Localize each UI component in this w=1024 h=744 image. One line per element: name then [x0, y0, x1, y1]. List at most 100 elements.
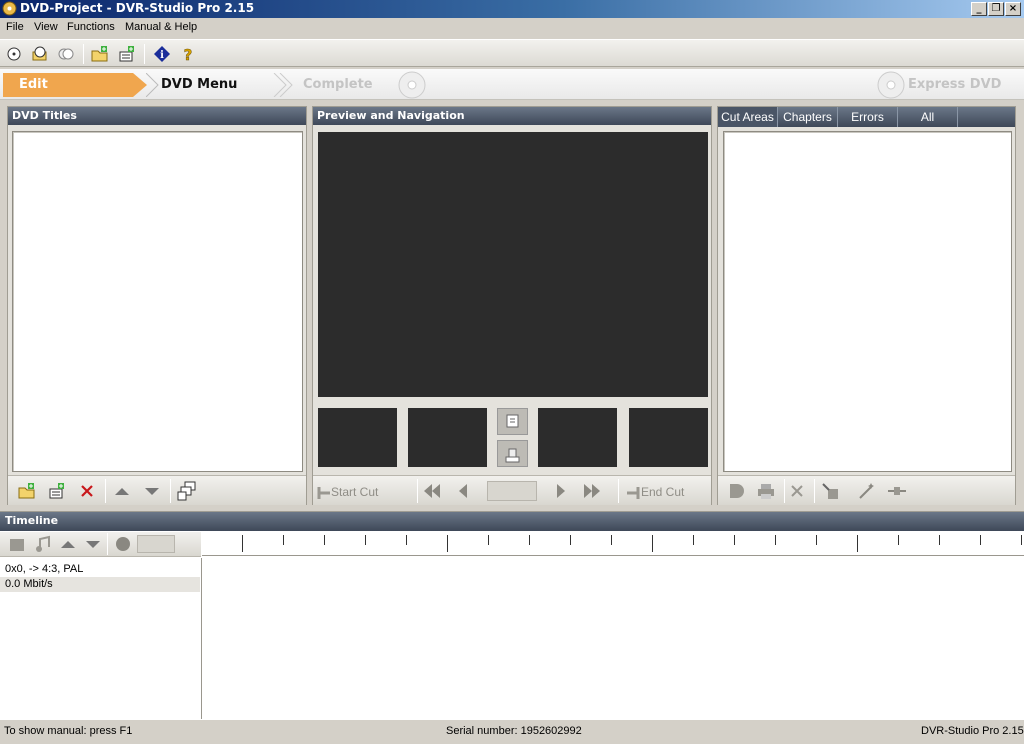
move-down-button[interactable]: [141, 480, 163, 502]
timeline-up-button[interactable]: [57, 533, 79, 555]
ruler-tick: [570, 535, 571, 545]
thumbnail-2[interactable]: [408, 408, 487, 467]
info-icon[interactable]: i: [153, 45, 171, 63]
add-title-button[interactable]: [46, 480, 68, 502]
swap-icon: [506, 414, 519, 428]
timeline-down-button[interactable]: [82, 533, 104, 555]
position-field[interactable]: [487, 481, 537, 501]
workflow-steps: Edit DVD Menu Complete Express DVD: [0, 69, 1024, 100]
add-folder-button[interactable]: [16, 480, 38, 502]
close-button[interactable]: ×: [1005, 2, 1021, 16]
track-info: 0x0, -> 4:3, PAL 0.0 Mbit/s: [0, 558, 202, 720]
tab-chapters[interactable]: Chapters: [778, 107, 838, 127]
disc-copy-icon[interactable]: [57, 45, 75, 63]
preview-panel: Preview and Navigation Start Cut End Cut: [312, 106, 712, 505]
merge-button[interactable]: [886, 480, 908, 502]
step-express-dvd[interactable]: Express DVD: [908, 73, 1001, 97]
menu-manual-help[interactable]: Manual & Help: [125, 21, 197, 33]
main-toolbar: i ?: [0, 39, 1024, 67]
tab-cut-areas[interactable]: Cut Areas: [718, 107, 778, 127]
timeline-heading: Timeline: [0, 512, 1024, 531]
thumbnail-3[interactable]: [538, 408, 617, 467]
ruler-tick: [242, 535, 243, 552]
menu-file[interactable]: File: [6, 21, 24, 33]
bitrate-info: 0.0 Mbit/s: [0, 577, 200, 592]
printer-icon: [505, 448, 520, 463]
fast-rewind-icon: [424, 484, 440, 498]
help-icon[interactable]: ?: [179, 45, 197, 63]
video-info: 0x0, -> 4:3, PAL: [5, 563, 84, 575]
title-properties-button[interactable]: [176, 480, 198, 502]
timeline-toolbar: [0, 532, 201, 557]
timeline-audio-button[interactable]: [32, 533, 54, 555]
end-cut-button[interactable]: End Cut: [625, 482, 710, 502]
ruler-tick: [693, 535, 694, 545]
tab-all[interactable]: All: [898, 107, 958, 127]
timeline-cut-button[interactable]: [6, 533, 28, 555]
move-up-button[interactable]: [111, 480, 133, 502]
timeline-zoom-button[interactable]: [112, 533, 134, 555]
print-button[interactable]: [755, 480, 777, 502]
dvd-titles-list[interactable]: [12, 131, 303, 472]
ruler-tick: [857, 535, 858, 552]
minimize-button[interactable]: _: [971, 2, 987, 16]
edit-area-button[interactable]: [819, 480, 841, 502]
delete-area-button[interactable]: [786, 480, 808, 502]
step-edit[interactable]: Edit: [19, 73, 48, 97]
film-icon: [10, 539, 24, 551]
snapshot-button[interactable]: [497, 440, 528, 467]
arrow-up-icon: [115, 488, 129, 495]
cut-button[interactable]: [726, 480, 748, 502]
ruler-tick: [488, 535, 489, 545]
add-title-icon[interactable]: [118, 45, 136, 63]
svg-text:i: i: [160, 50, 164, 61]
merge-icon: [888, 487, 906, 495]
thumbnail-4[interactable]: [629, 408, 708, 467]
ruler-tick: [611, 535, 612, 545]
thumbnail-1[interactable]: [318, 408, 397, 467]
ruler-tick: [1021, 535, 1022, 545]
timeline-zoom-field[interactable]: [137, 535, 175, 553]
ruler-tick: [324, 535, 325, 545]
window-title: DVD-Project - DVR-Studio Pro 2.15: [20, 1, 255, 15]
ruler-tick: [939, 535, 940, 545]
step-forward-button[interactable]: [550, 480, 572, 502]
status-hint: To show manual: press F1: [4, 725, 133, 737]
auto-detect-button[interactable]: [856, 480, 878, 502]
menu-view[interactable]: View: [34, 21, 58, 33]
step-back-icon: [459, 484, 467, 498]
cut-areas-panel: Cut Areas Chapters Errors All: [717, 106, 1016, 505]
cut-areas-list[interactable]: [723, 131, 1012, 472]
step-back-button[interactable]: [452, 480, 474, 502]
start-cut-label: Start Cut: [331, 485, 379, 499]
dvd-titles-toolbar: [8, 475, 306, 505]
gear-icon: [116, 537, 130, 551]
status-version: DVR-Studio Pro 2.15: [921, 725, 1024, 737]
remove-title-button[interactable]: [76, 480, 98, 502]
open-folder-icon[interactable]: [91, 45, 109, 63]
fast-rewind-button[interactable]: [421, 480, 443, 502]
restore-button[interactable]: ❐: [988, 2, 1004, 16]
ruler-tick: [775, 535, 776, 545]
arrow-down-icon: [86, 541, 100, 548]
fast-forward-button[interactable]: [581, 480, 603, 502]
step-complete[interactable]: Complete: [303, 73, 373, 97]
swap-frames-button[interactable]: [497, 408, 528, 435]
arrow-down-icon: [145, 488, 159, 495]
printer-icon: [758, 484, 774, 499]
menu-functions[interactable]: Functions: [67, 21, 115, 33]
disc-icon[interactable]: [5, 45, 23, 63]
ruler-tick: [980, 535, 981, 545]
tab-errors[interactable]: Errors: [838, 107, 898, 127]
app-icon: [2, 1, 17, 16]
timeline-ruler[interactable]: [202, 532, 1024, 556]
timeline-track-area[interactable]: [203, 558, 1024, 720]
cut-shape-icon: [730, 484, 744, 498]
video-preview[interactable]: [318, 132, 708, 397]
start-cut-button[interactable]: Start Cut: [317, 482, 413, 502]
ruler-tick: [406, 535, 407, 545]
svg-text:?: ?: [184, 46, 193, 63]
step-dvd-menu[interactable]: DVD Menu: [161, 73, 237, 97]
windows-icon: [177, 481, 196, 501]
open-disc-icon[interactable]: [31, 45, 49, 63]
